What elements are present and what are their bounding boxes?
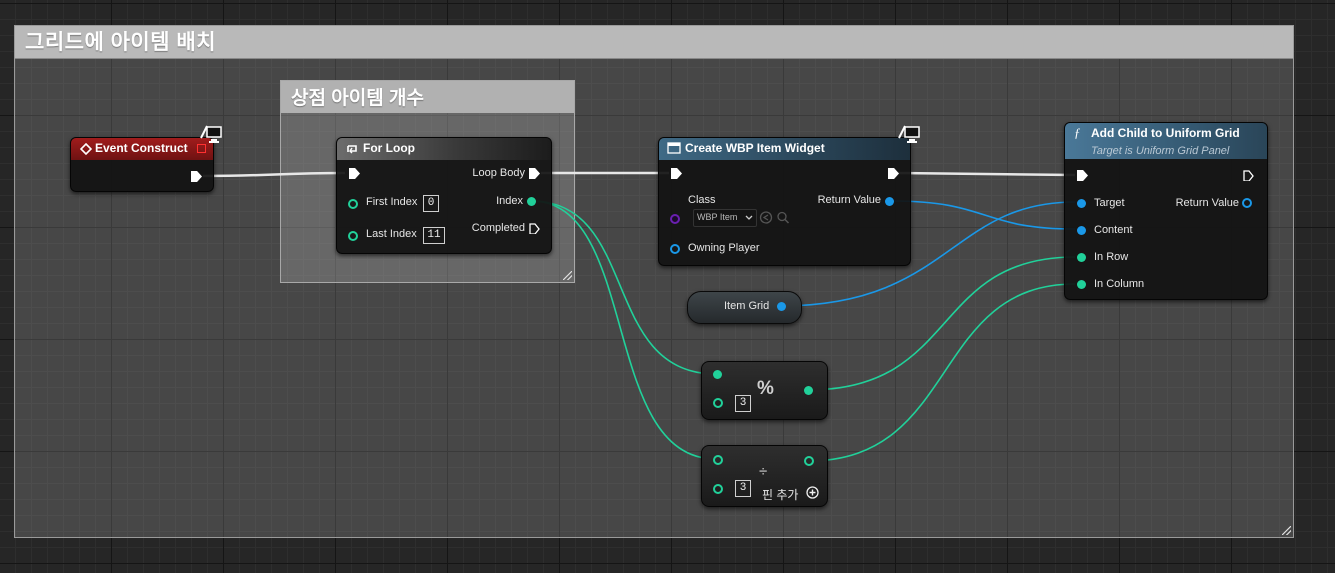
class-pin[interactable] (670, 214, 680, 224)
last-index-input[interactable]: 11 (423, 227, 445, 244)
exec-out-pin[interactable] (888, 168, 899, 179)
return-value-pin[interactable] (1242, 198, 1252, 208)
function-icon: ƒ (1074, 125, 1081, 140)
first-index-pin[interactable] (348, 199, 358, 209)
target-label: Target (1094, 197, 1125, 209)
last-index-pin[interactable] (348, 231, 358, 241)
divide-in-b-pin[interactable] (713, 484, 723, 494)
exec-out-pin[interactable] (191, 171, 202, 182)
create-widget-title: Create WBP Item Widget (685, 141, 825, 155)
integer-wire (807, 256, 1076, 391)
completed-pin[interactable] (529, 223, 540, 234)
add-pin-label[interactable]: 핀 추가 (762, 486, 798, 503)
return-value-pin[interactable] (885, 197, 894, 206)
object-wire (891, 200, 1076, 230)
event-construct-header[interactable]: Event Construct (71, 138, 213, 160)
exec-wire (202, 171, 346, 178)
add-child-subtitle: Target is Uniform Grid Panel (1091, 145, 1230, 157)
create-widget-node[interactable]: Create WBP Item Widget Class WBP Item Ow… (658, 137, 911, 266)
event-diamond-icon (80, 143, 92, 155)
integer-wire (807, 283, 1076, 462)
modulo-symbol: % (757, 378, 774, 399)
add-child-node[interactable]: Add Child to Uniform Grid Target is Unif… (1064, 122, 1268, 300)
divide-in-a-pin[interactable] (713, 455, 723, 465)
item-grid-variable-node[interactable]: Item Grid (687, 291, 802, 324)
first-index-label: First Index (366, 196, 418, 208)
add-pin-plus-icon[interactable] (806, 486, 819, 499)
loop-body-label: Loop Body (472, 167, 525, 179)
divide-node[interactable]: 3 ÷ 핀 추가 (701, 445, 828, 507)
exec-out-pin[interactable] (1243, 170, 1254, 181)
item-grid-label: Item Grid (724, 300, 770, 312)
for-loop-title: For Loop (363, 141, 415, 155)
index-label: Index (496, 195, 523, 207)
modulo-node[interactable]: 3 % (701, 361, 828, 420)
add-child-title: Add Child to Uniform Grid (1091, 126, 1240, 140)
widget-icon (667, 142, 681, 154)
modulo-in-a-pin[interactable] (713, 370, 722, 379)
content-pin[interactable] (1077, 226, 1086, 235)
event-construct-node[interactable]: Event Construct (70, 137, 214, 192)
class-label: Class (688, 194, 716, 206)
item-grid-out-pin[interactable] (777, 302, 786, 311)
return-value-label: Return Value (817, 194, 881, 206)
client-server-icon (898, 125, 920, 143)
last-index-label: Last Index (366, 228, 417, 240)
browse-search-icon[interactable] (776, 211, 790, 224)
use-selected-icon[interactable] (759, 211, 773, 224)
macro-loop-icon (347, 145, 357, 154)
in-column-label: In Column (1094, 278, 1145, 290)
exec-in-pin[interactable] (1077, 170, 1088, 181)
return-value-label: Return Value (1175, 197, 1239, 209)
exec-in-pin[interactable] (349, 168, 360, 179)
index-pin[interactable] (527, 197, 536, 206)
exec-wire (897, 171, 1076, 177)
class-dropdown[interactable]: WBP Item (693, 209, 757, 227)
in-row-pin[interactable] (1077, 253, 1086, 262)
in-row-label: In Row (1094, 251, 1129, 263)
modulo-b-input[interactable]: 3 (735, 395, 751, 412)
loop-body-pin[interactable] (529, 168, 540, 179)
modulo-in-b-pin[interactable] (713, 398, 723, 408)
first-index-input[interactable]: 0 (423, 195, 439, 212)
create-widget-header[interactable]: Create WBP Item Widget (659, 138, 910, 160)
for-loop-header[interactable]: For Loop (337, 138, 551, 160)
owning-player-pin[interactable] (670, 244, 680, 254)
divide-b-input[interactable]: 3 (735, 480, 751, 497)
owning-player-label: Owning Player (688, 242, 760, 254)
client-server-icon (200, 125, 222, 143)
modulo-out-pin[interactable] (804, 386, 813, 395)
completed-label: Completed (471, 222, 525, 234)
content-label: Content (1094, 224, 1133, 236)
target-pin[interactable] (1077, 199, 1086, 208)
divide-symbol: ÷ (759, 463, 768, 480)
divide-out-pin[interactable] (804, 456, 814, 466)
for-loop-node[interactable]: For Loop First Index 0 Last Index 11 Loo… (336, 137, 552, 254)
chevron-down-icon (745, 215, 753, 220)
add-child-header[interactable]: Add Child to Uniform Grid Target is Unif… (1065, 123, 1267, 159)
class-dropdown-value: WBP Item (697, 212, 738, 222)
event-title: Event Construct (95, 141, 188, 155)
exec-in-pin[interactable] (671, 168, 682, 179)
in-column-pin[interactable] (1077, 280, 1086, 289)
